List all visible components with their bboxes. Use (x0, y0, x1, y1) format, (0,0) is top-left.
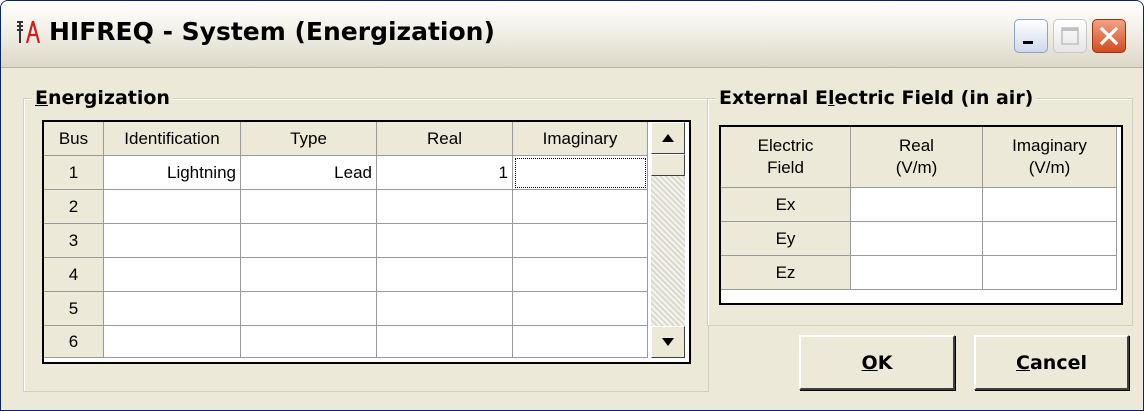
cancel-button[interactable]: Cancel (974, 335, 1129, 390)
cell-field-imaginary[interactable] (983, 222, 1117, 256)
cell-type[interactable]: Lead (241, 156, 377, 190)
cell-imaginary[interactable] (513, 258, 648, 292)
maximize-button[interactable] (1053, 19, 1087, 53)
cell-identification[interactable] (104, 292, 241, 326)
dialog-window: HIFREQ - System (Energization) Energizat… (0, 0, 1144, 411)
cell-identification[interactable] (104, 326, 241, 358)
cell-type[interactable] (241, 292, 377, 326)
energization-label-accel: E (35, 87, 48, 109)
energization-group-label: Energization (32, 87, 173, 109)
external-field-label-start: External E (719, 87, 829, 109)
cell-imaginary[interactable] (513, 156, 648, 190)
energization-vertical-scrollbar[interactable] (651, 122, 685, 358)
row-header[interactable]: 3 (44, 224, 104, 258)
cell-real[interactable] (377, 292, 513, 326)
cell-identification[interactable]: Lightning (104, 156, 241, 190)
cell-identification[interactable] (104, 258, 241, 292)
col-header-imaginary-vm[interactable]: Imaginary (V/m) (983, 127, 1117, 188)
cell-type[interactable] (241, 326, 377, 358)
col-header-electric-field[interactable]: Electric Field (721, 127, 851, 188)
col-header-real[interactable]: Real (377, 122, 513, 156)
external-field-label-rest: ectric Field (in air) (834, 87, 1034, 109)
dialog-body: Energization Bus Identification Type Rea… (9, 68, 1137, 404)
external-field-group-label: External Electric Field (in air) (716, 87, 1037, 109)
scroll-down-button[interactable] (651, 326, 685, 358)
arrow-up-icon (662, 134, 674, 142)
cell-type[interactable] (241, 258, 377, 292)
ok-accel: O (861, 351, 878, 374)
row-header-field[interactable]: Ez (721, 256, 851, 290)
minimize-icon (1023, 41, 1033, 44)
hifreq-tower-icon (17, 20, 41, 44)
col-header-real-vm[interactable]: Real (V/m) (851, 127, 983, 188)
row-header[interactable]: 2 (44, 190, 104, 224)
col-header-bus[interactable]: Bus (44, 122, 104, 156)
cell-imaginary[interactable] (513, 190, 648, 224)
energization-grid[interactable]: Bus Identification Type Real Imaginary 1… (42, 120, 691, 364)
ok-rest: K (877, 351, 893, 374)
cell-real[interactable] (377, 258, 513, 292)
maximize-icon (1061, 27, 1079, 45)
cell-imaginary[interactable] (513, 224, 648, 258)
cell-imaginary[interactable] (513, 326, 648, 358)
row-header[interactable]: 4 (44, 258, 104, 292)
close-button[interactable] (1092, 19, 1126, 53)
cell-imaginary[interactable] (513, 292, 648, 326)
external-field-grid[interactable]: Electric Field Real (V/m) Imaginary (V/m… (719, 125, 1123, 305)
minimize-button[interactable] (1014, 19, 1048, 53)
row-header-field[interactable]: Ey (721, 222, 851, 256)
scroll-thumb[interactable] (651, 154, 685, 176)
cell-field-imaginary[interactable] (983, 256, 1117, 290)
energization-group: Energization Bus Identification Type Rea… (23, 87, 709, 392)
external-field-group: External Electric Field (in air) Electri… (707, 87, 1133, 326)
cell-identification[interactable] (104, 224, 241, 258)
cell-field-imaginary[interactable] (983, 188, 1117, 222)
cell-field-real[interactable] (851, 256, 983, 290)
cancel-rest: ancel (1029, 351, 1087, 374)
cell-field-real[interactable] (851, 222, 983, 256)
row-header-field[interactable]: Ex (721, 188, 851, 222)
cell-identification[interactable] (104, 190, 241, 224)
arrow-down-icon (662, 338, 674, 346)
cell-field-real[interactable] (851, 188, 983, 222)
cell-real[interactable] (377, 224, 513, 258)
col-header-imaginary[interactable]: Imaginary (513, 122, 648, 156)
row-header[interactable]: 5 (44, 292, 104, 326)
cancel-accel: C (1016, 351, 1030, 374)
cell-real[interactable] (377, 190, 513, 224)
cell-real[interactable]: 1 (377, 156, 513, 190)
window-title: HIFREQ - System (Energization) (49, 17, 495, 46)
scroll-up-button[interactable] (651, 122, 685, 154)
close-icon (1099, 26, 1119, 46)
col-header-identification[interactable]: Identification (104, 122, 241, 156)
cell-type[interactable] (241, 224, 377, 258)
energization-label-rest: nergization (47, 87, 170, 109)
cell-real[interactable] (377, 326, 513, 358)
cell-type[interactable] (241, 190, 377, 224)
row-header[interactable]: 6 (44, 326, 104, 358)
title-bar[interactable]: HIFREQ - System (Energization) (1, 1, 1143, 68)
col-header-type[interactable]: Type (241, 122, 377, 156)
row-header[interactable]: 1 (44, 156, 104, 190)
ok-button[interactable]: OK (799, 335, 955, 390)
